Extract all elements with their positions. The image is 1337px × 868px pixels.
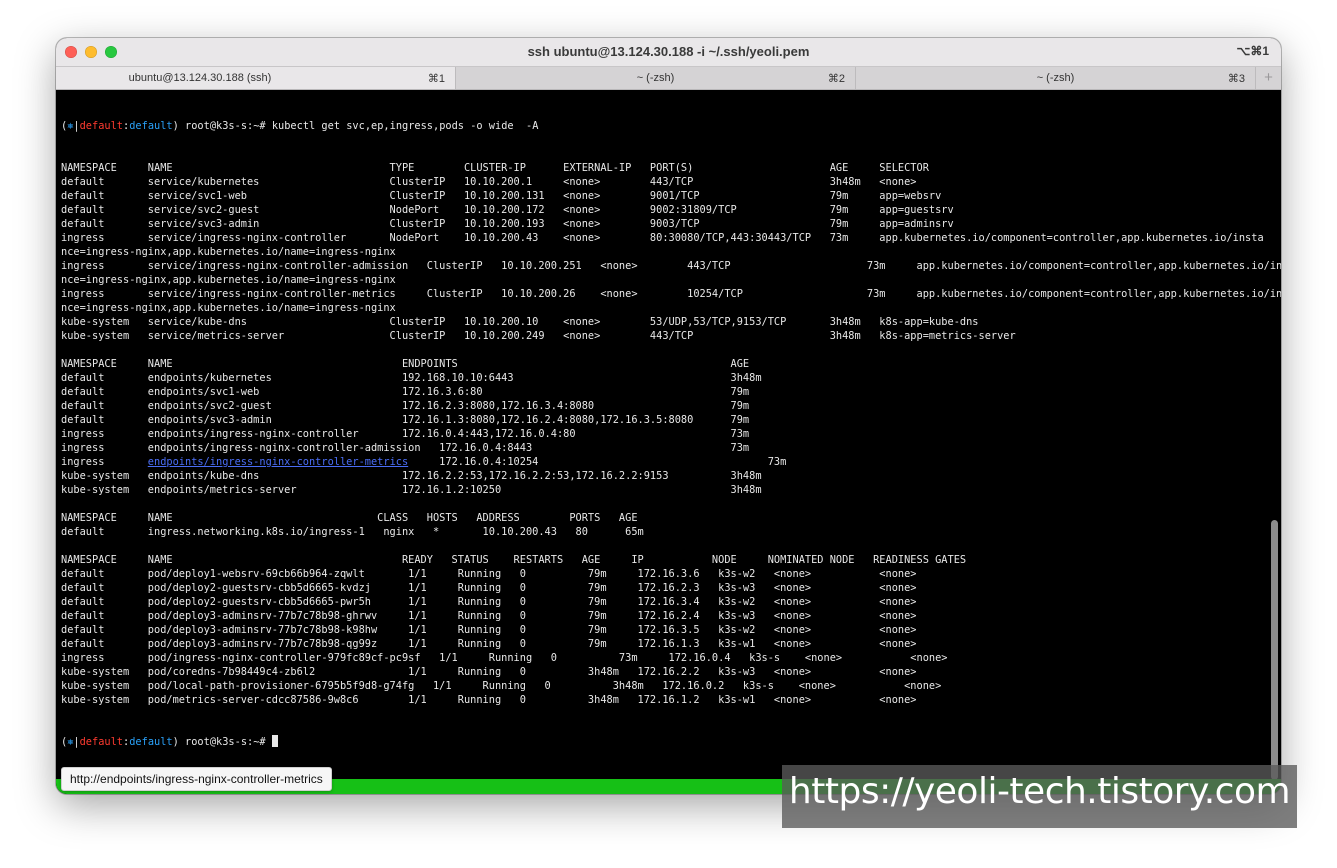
terminal-output[interactable]: (⎈|default:default) root@k3s-s:~# kubect… (56, 90, 1281, 794)
command-text: kubectl get svc,ep,ingress,pods -o wide … (271, 120, 539, 132)
tab-label: ubuntu@13.124.30.188 (ssh) (128, 72, 272, 84)
terminal-window: ssh ubuntu@13.124.30.188 -i ~/.ssh/yeoli… (56, 38, 1281, 794)
terminal-text: (⎈|default:default) root@k3s-s:~# kubect… (61, 91, 1281, 777)
output-line: kube-system pod/coredns-7b98449c4-zb6l2 … (61, 666, 917, 678)
tab-ssh[interactable]: ubuntu@13.124.30.188 (ssh) ⌘1 (56, 67, 456, 89)
tab-shortcut: ⌘3 (1227, 73, 1245, 85)
output-line: default pod/deploy3-adminsrv-77b7c78b98-… (61, 624, 917, 636)
output-line: default endpoints/svc3-admin 172.16.1.3:… (61, 414, 750, 426)
output-line: nce=ingress-nginx,app.kubernetes.io/name… (61, 302, 396, 314)
output-line: NAMESPACE NAME ENDPOINTS AGE (61, 358, 750, 370)
output-line: default service/svc3-admin ClusterIP 10.… (61, 218, 954, 230)
output-line-with-link: ingress endpoints/ingress-nginx-controll… (61, 455, 1281, 469)
hovered-link[interactable]: endpoints/ingress-nginx-controller-metri… (148, 456, 408, 468)
output-line: default pod/deploy3-adminsrv-77b7c78b98-… (61, 638, 917, 650)
watermark-banner: https://yeoli-tech.tistory.com (782, 765, 1297, 828)
title-bar: ssh ubuntu@13.124.30.188 -i ~/.ssh/yeoli… (56, 38, 1281, 66)
tab-zsh-2[interactable]: ~ (-zsh) ⌘2 (456, 67, 856, 89)
prompt-namespace: default (129, 120, 173, 132)
output-line: default ingress.networking.k8s.io/ingres… (61, 526, 644, 538)
output-text: ingress (61, 456, 148, 468)
output-line: ingress endpoints/ingress-nginx-controll… (61, 442, 750, 454)
output-line: kube-system service/metrics-server Clust… (61, 330, 1016, 342)
output-line: ingress service/ingress-nginx-controller… (61, 232, 1264, 244)
output-line: default service/svc1-web ClusterIP 10.10… (61, 190, 942, 202)
tab-zsh-3[interactable]: ~ (-zsh) ⌘3 (856, 67, 1256, 89)
tab-shortcut: ⌘1 (427, 73, 445, 85)
output-line: ingress service/ingress-nginx-controller… (61, 288, 1281, 300)
output-line: default pod/deploy2-guestsrv-cbb5d6665-p… (61, 596, 917, 608)
output-line: default service/kubernetes ClusterIP 10.… (61, 176, 917, 188)
output-line: ingress service/ingress-nginx-controller… (61, 260, 1281, 272)
tab-label: ~ (-zsh) (636, 72, 675, 84)
output-line: NAMESPACE NAME TYPE CLUSTER-IP EXTERNAL-… (61, 162, 929, 174)
output-line: default pod/deploy2-guestsrv-cbb5d6665-k… (61, 582, 917, 594)
output-line: default endpoints/svc2-guest 172.16.2.3:… (61, 400, 750, 412)
output-line: nce=ingress-nginx,app.kubernetes.io/name… (61, 274, 396, 286)
output-line: kube-system pod/metrics-server-cdcc87586… (61, 694, 917, 706)
watermark-text: https://yeoli-tech.tistory.com (788, 771, 1291, 812)
output-line: NAMESPACE NAME READY STATUS RESTARTS AGE… (61, 554, 967, 566)
output-line: default service/svc2-guest NodePort 10.1… (61, 204, 954, 216)
tab-shortcut: ⌘2 (827, 73, 845, 85)
output-line: default pod/deploy3-adminsrv-77b7c78b98-… (61, 610, 917, 622)
output-line: kube-system service/kube-dns ClusterIP 1… (61, 316, 979, 328)
prompt-namespace: default (129, 736, 173, 748)
output-line: kube-system endpoints/metrics-server 172… (61, 484, 762, 496)
tab-label: ~ (-zsh) (1036, 72, 1075, 84)
output-line: default endpoints/svc1-web 172.16.3.6:80… (61, 386, 750, 398)
command-prompt-line: (⎈|default:default) root@k3s-s:~# kubect… (61, 119, 1281, 133)
text-cursor (271, 735, 278, 747)
tab-bar: ubuntu@13.124.30.188 (ssh) ⌘1 ~ (-zsh) ⌘… (56, 66, 1281, 90)
prompt-context: default (79, 736, 124, 748)
output-line: nce=ingress-nginx,app.kubernetes.io/name… (61, 246, 396, 258)
new-tab-button[interactable]: + (1256, 67, 1281, 89)
output-line: ingress endpoints/ingress-nginx-controll… (61, 428, 750, 440)
window-shortcut: ⌥⌘1 (1236, 44, 1269, 58)
active-prompt-line: (⎈|default:default) root@k3s-s:~# (61, 735, 1281, 749)
vertical-scrollbar[interactable] (1271, 520, 1278, 780)
output-line: ingress pod/ingress-nginx-controller-979… (61, 652, 948, 664)
command-output: NAMESPACE NAME TYPE CLUSTER-IP EXTERNAL-… (61, 161, 1281, 707)
window-title: ssh ubuntu@13.124.30.188 -i ~/.ssh/yeoli… (527, 44, 810, 59)
output-text: 172.16.0.4:10254 73m (408, 456, 787, 468)
link-tooltip: http://endpoints/ingress-nginx-controlle… (61, 767, 332, 791)
prompt-context: default (79, 120, 124, 132)
output-line: default endpoints/kubernetes 192.168.10.… (61, 372, 762, 384)
output-line: kube-system pod/local-path-provisioner-6… (61, 680, 942, 692)
output-line: kube-system endpoints/kube-dns 172.16.2.… (61, 470, 762, 482)
output-line: default pod/deploy1-websrv-69cb66b964-zq… (61, 568, 917, 580)
prompt-user: ) root@k3s-s:~# (172, 736, 272, 748)
output-line: NAMESPACE NAME CLASS HOSTS ADDRESS PORTS… (61, 512, 638, 524)
prompt-user: ) root@k3s-s:~# (172, 120, 272, 132)
